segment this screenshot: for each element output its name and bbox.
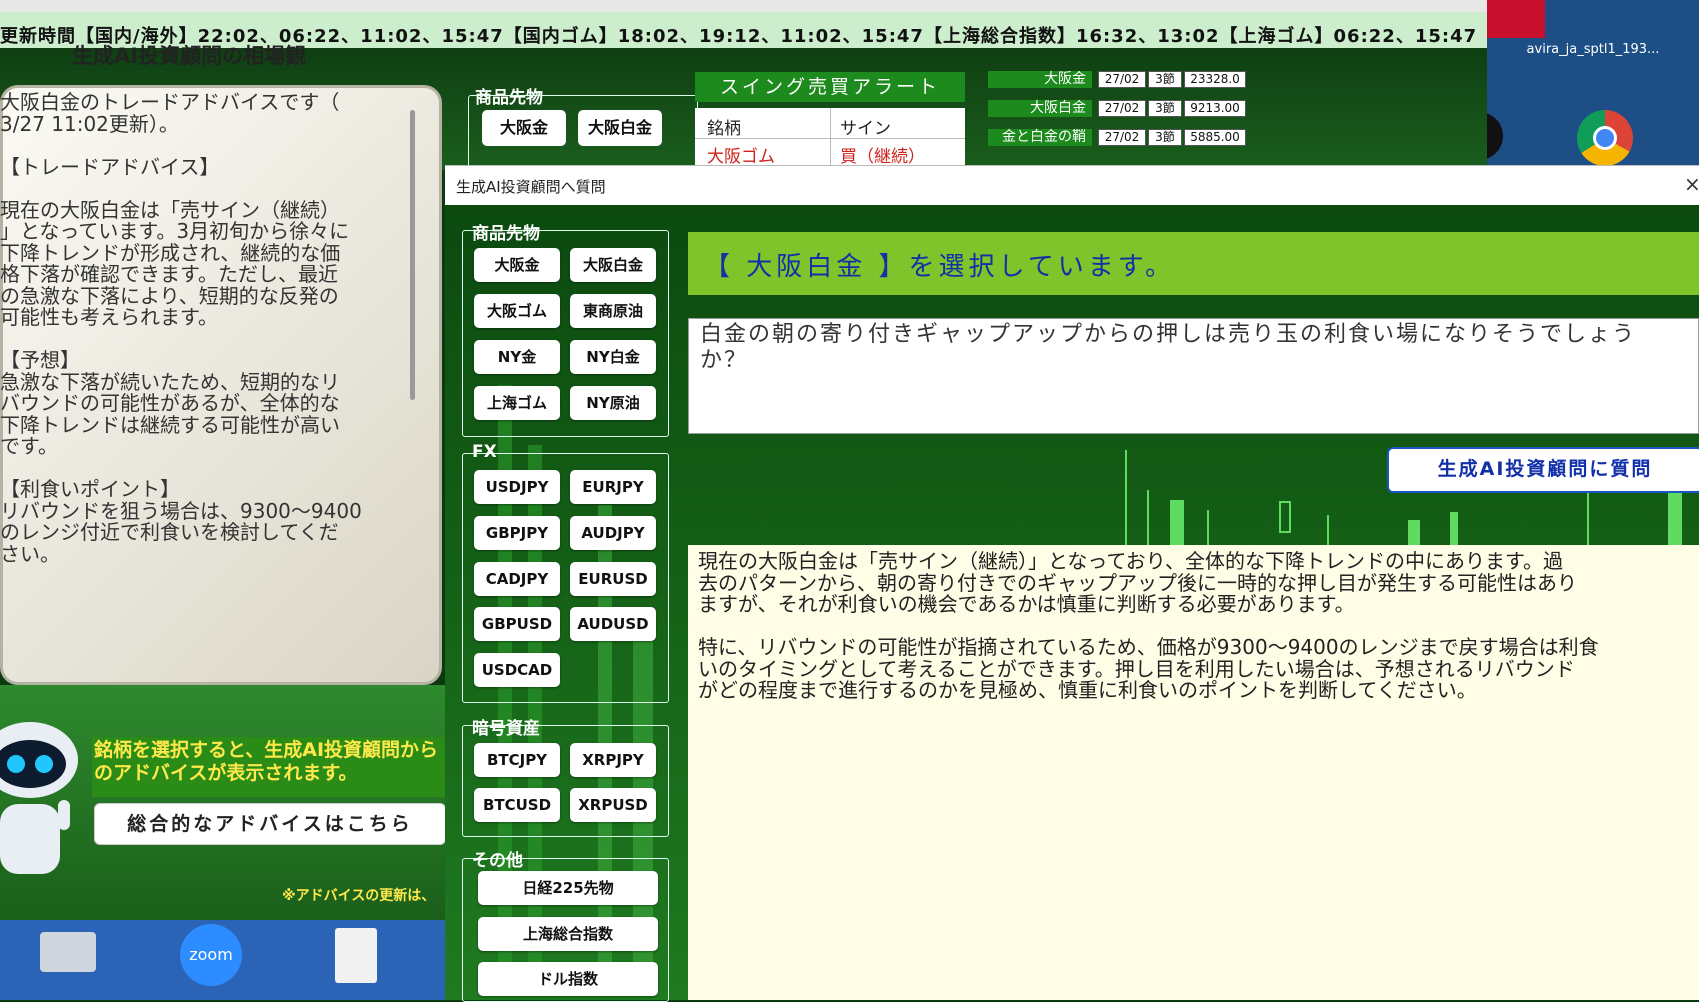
- advice-scrollbar[interactable]: [410, 110, 415, 400]
- bg-btn-osaka-gold[interactable]: 大阪金: [482, 110, 566, 146]
- btn-gbpjpy[interactable]: GBPJPY: [474, 516, 560, 550]
- btn-shanghai-index[interactable]: 上海総合指数: [478, 917, 658, 951]
- price-value: 5885.00: [1184, 129, 1246, 146]
- btn-cadjpy[interactable]: CADJPY: [474, 562, 560, 596]
- price-value: 9213.00: [1184, 100, 1246, 117]
- avira-icon[interactable]: [1487, 0, 1545, 38]
- btn-ny-crude[interactable]: NY原油: [570, 386, 656, 420]
- tablet-app-icon[interactable]: [40, 932, 96, 972]
- price-session: 3節: [1148, 129, 1182, 146]
- question-text[interactable]: 白金の朝の寄り付きギャップアップからの押しは売り玉の利食い場になりそうでしょうか…: [700, 322, 1670, 374]
- taskbar: zoom: [0, 920, 445, 1000]
- price-name: 大阪金: [988, 71, 1092, 88]
- price-value: 23328.0: [1184, 71, 1246, 88]
- overall-advice-button[interactable]: 総合的なアドバイスはこちら: [94, 803, 446, 845]
- btn-tocom-crude[interactable]: 東商原油: [570, 294, 656, 328]
- swing-alert-title: スイング売買アラート: [695, 72, 965, 102]
- advice-title: 生成AI投資顧問の相場観: [72, 44, 307, 68]
- swing-row-name: 大阪ゴム: [707, 147, 775, 167]
- btn-btcusd[interactable]: BTCUSD: [474, 788, 560, 822]
- btn-eurusd[interactable]: EURUSD: [570, 562, 656, 596]
- other-group-label: その他: [472, 851, 523, 871]
- btn-ny-platinum[interactable]: NY白金: [570, 340, 656, 374]
- close-icon[interactable]: ×: [1684, 172, 1699, 196]
- update-note: ※アドバイスの更新は、: [282, 888, 436, 904]
- robot-mascot: [0, 722, 78, 874]
- btn-audjpy[interactable]: AUDJPY: [570, 516, 656, 550]
- avira-icon-label: avira_ja_sptl1_193...: [1526, 42, 1660, 57]
- desktop-area: avira_ja_sptl1_193...: [1455, 0, 1699, 170]
- price-date: 27/02: [1098, 100, 1146, 117]
- btn-osaka-gold[interactable]: 大阪金: [474, 248, 560, 282]
- btn-xrpusd[interactable]: XRPUSD: [570, 788, 656, 822]
- btn-xrpjpy[interactable]: XRPJPY: [570, 743, 656, 777]
- swing-alert-table: 銘柄 サイン 大阪ゴム 買（継続）: [695, 108, 965, 170]
- btn-nikkei225[interactable]: 日経225先物: [478, 871, 658, 905]
- btn-osaka-platinum[interactable]: 大阪白金: [570, 248, 656, 282]
- swing-col-sign: サイン: [840, 119, 891, 139]
- price-date: 27/02: [1098, 71, 1146, 88]
- hint-text: 銘柄を選択すると、生成AI投資顧問からのアドバイスが表示されます。: [94, 739, 439, 784]
- fx-group-label: FX: [472, 442, 497, 462]
- swing-row-sign: 買（継続）: [840, 147, 925, 167]
- btn-usdcad[interactable]: USDCAD: [474, 653, 560, 687]
- futures-group-label: 商品先物: [472, 224, 540, 244]
- price-session: 3節: [1148, 71, 1182, 88]
- swing-col-name: 銘柄: [707, 119, 741, 139]
- btn-btcjpy[interactable]: BTCJPY: [474, 743, 560, 777]
- document-icon[interactable]: [335, 928, 377, 983]
- btn-osaka-rubber[interactable]: 大阪ゴム: [474, 294, 560, 328]
- selected-symbol-text: 【 大阪白金 】を選択しています。: [704, 252, 1176, 282]
- btn-shanghai-rubber[interactable]: 上海ゴム: [474, 386, 560, 420]
- dialog-titlebar: [445, 165, 1699, 206]
- price-date: 27/02: [1098, 129, 1146, 146]
- btn-gbpusd[interactable]: GBPUSD: [474, 607, 560, 641]
- btn-ny-gold[interactable]: NY金: [474, 340, 560, 374]
- btn-usdjpy[interactable]: USDJPY: [474, 470, 560, 504]
- zoom-icon[interactable]: zoom: [180, 924, 242, 986]
- ask-ai-button[interactable]: 生成AI投資顧問に質問: [1387, 447, 1699, 493]
- price-session: 3節: [1148, 100, 1182, 117]
- chrome-icon[interactable]: [1577, 110, 1633, 166]
- advice-text: 大阪白金のトレードアドバイスです（ 3/27 11:02更新）。 【トレードアド…: [0, 90, 362, 566]
- btn-eurjpy[interactable]: EURJPY: [570, 470, 656, 504]
- btn-dollar-index[interactable]: ドル指数: [478, 962, 658, 996]
- price-name: 大阪白金: [988, 100, 1092, 117]
- answer-text: 現在の大阪白金は「売サイン（継続）」となっており、全体的な下降トレンドの中にあり…: [698, 549, 1599, 702]
- btn-audusd[interactable]: AUDUSD: [570, 607, 656, 641]
- crypto-group-label: 暗号資産: [472, 719, 540, 739]
- price-name: 金と白金の鞘: [988, 129, 1092, 146]
- bg-btn-osaka-platinum[interactable]: 大阪白金: [578, 110, 662, 146]
- dialog-title: 生成AI投資顧問へ質問: [456, 178, 606, 196]
